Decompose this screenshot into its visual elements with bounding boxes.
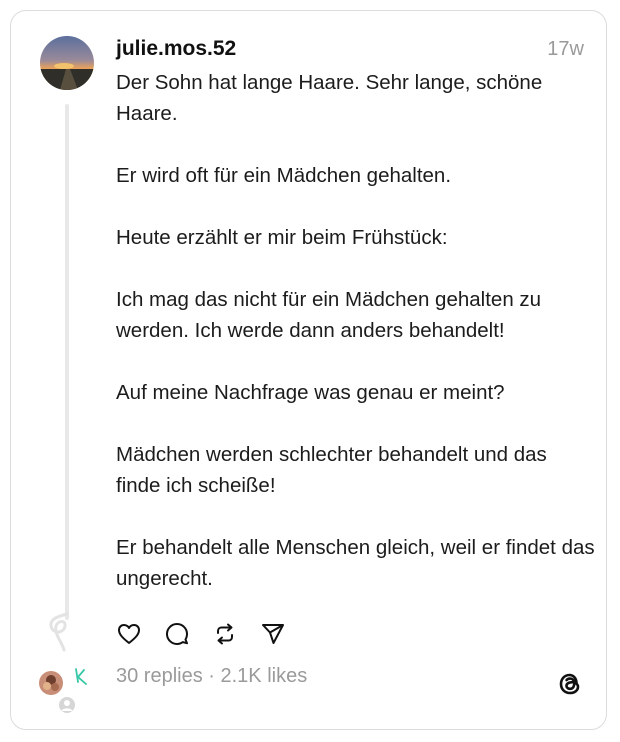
comment-icon xyxy=(166,623,188,645)
username[interactable]: julie.mos.52 xyxy=(116,37,236,61)
action-bar xyxy=(116,620,286,648)
thread-line xyxy=(65,104,69,620)
replier-avatar xyxy=(39,671,63,695)
paragraph: Er behandelt alle Menschen gleich, weil … xyxy=(116,536,595,590)
avatar[interactable] xyxy=(40,36,94,90)
reply-button[interactable] xyxy=(164,621,190,647)
threads-logo-icon[interactable] xyxy=(556,670,584,698)
like-button[interactable] xyxy=(116,621,142,647)
reply-avatars xyxy=(38,666,98,716)
paragraph: Auf meine Nachfrage was genau er meint? xyxy=(116,381,505,404)
thread-loop-icon xyxy=(49,612,69,652)
paragraph: Mädchen werden schlechter behandelt und … xyxy=(116,443,547,497)
paragraph: Er wird oft für ein Mädchen gehalten. xyxy=(116,164,452,187)
send-icon xyxy=(262,624,284,644)
replier-avatar xyxy=(59,697,75,713)
heart-icon xyxy=(118,624,140,644)
paragraph: Der Sohn hat lange Haare. Sehr lange, sc… xyxy=(116,71,543,125)
repost-icon xyxy=(217,623,233,645)
paragraph: Ich mag das nicht für ein Mädchen gehalt… xyxy=(116,288,542,342)
repost-button[interactable] xyxy=(212,621,238,647)
paragraph: Heute erzählt er mir beim Frühstück: xyxy=(116,226,448,249)
post-body: Der Sohn hat lange Haare. Sehr lange, sc… xyxy=(116,67,596,625)
share-button[interactable] xyxy=(260,621,286,647)
post-stats[interactable]: 30 replies · 2.1K likes xyxy=(116,665,307,688)
replier-avatar xyxy=(75,668,87,685)
post-time: 17w xyxy=(547,38,584,60)
